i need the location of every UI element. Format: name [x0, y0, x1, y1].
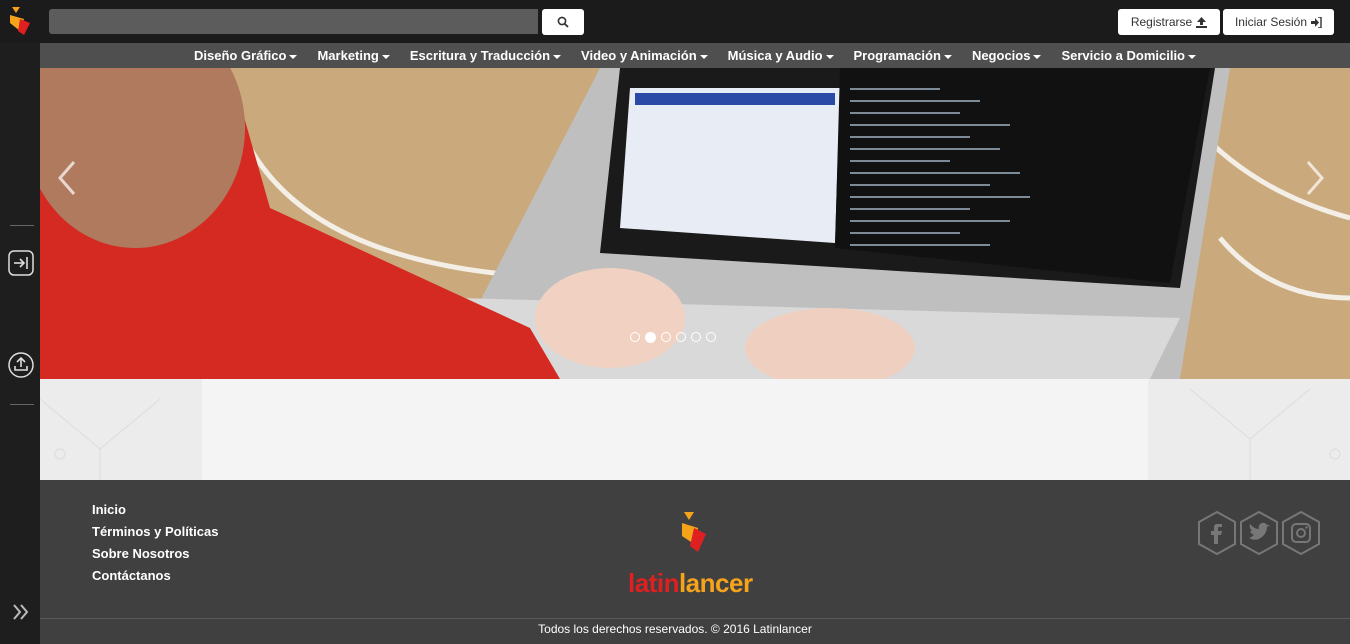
carousel-dot-active[interactable]: [645, 332, 656, 343]
nav-item-programacion[interactable]: Programación: [844, 48, 962, 63]
footer-divider: [40, 618, 1350, 619]
content-band: [40, 379, 1350, 480]
carousel-dot[interactable]: [676, 332, 686, 342]
caret-down-icon: [699, 54, 708, 59]
carousel-dot[interactable]: [661, 332, 671, 342]
caret-down-icon: [825, 54, 834, 59]
carousel-next-icon[interactable]: [1300, 158, 1330, 198]
sign-in-icon: [1311, 16, 1322, 28]
sidebar-divider: [10, 404, 34, 405]
caret-down-icon: [381, 54, 390, 59]
double-chevron-right-icon[interactable]: [8, 599, 34, 625]
carousel-dot[interactable]: [706, 332, 716, 342]
nav-item-escritura[interactable]: Escritura y Traducción: [400, 48, 571, 63]
category-nav: Diseño Gráfico Marketing Escritura y Tra…: [40, 43, 1350, 68]
search-button[interactable]: [542, 9, 584, 35]
brand-wordmark-lancer: lancer: [678, 568, 753, 598]
nav-item-musica[interactable]: Música y Audio: [718, 48, 844, 63]
footer-link-inicio[interactable]: Inicio: [92, 502, 218, 517]
sidebar-divider: [10, 225, 34, 226]
footer-link-sobre-nosotros[interactable]: Sobre Nosotros: [92, 546, 218, 561]
upload-icon[interactable]: [8, 352, 34, 378]
footer-link-contactanos[interactable]: Contáctanos: [92, 568, 218, 583]
brand-wordmark-latin: latin: [628, 568, 679, 598]
footer-links: Inicio Términos y Políticas Sobre Nosotr…: [92, 502, 218, 583]
hero-carousel: [40, 68, 1350, 379]
footer-link-terminos[interactable]: Términos y Políticas: [92, 524, 218, 539]
caret-down-icon: [289, 54, 298, 59]
nav-item-video[interactable]: Video y Animación: [571, 48, 718, 63]
nav-item-marketing[interactable]: Marketing: [307, 48, 399, 63]
facebook-icon[interactable]: [1196, 510, 1238, 556]
nav-item-diseno-grafico[interactable]: Diseño Gráfico: [184, 48, 307, 63]
upload-icon: [1196, 16, 1208, 28]
register-label: Registrarse: [1130, 15, 1193, 29]
search-icon: [557, 16, 569, 28]
caret-down-icon: [943, 54, 952, 59]
caret-down-icon: [553, 54, 562, 59]
carousel-dot[interactable]: [691, 332, 701, 342]
sign-in-icon[interactable]: [8, 250, 34, 276]
caret-down-icon: [1033, 54, 1042, 59]
search-input[interactable]: [49, 9, 538, 34]
copyright-text: Todos los derechos reservados. © 2016 La…: [538, 622, 812, 636]
caret-down-icon: [1188, 54, 1196, 59]
carousel-prev-icon[interactable]: [52, 158, 82, 198]
twitter-icon[interactable]: [1238, 510, 1280, 556]
nav-item-servicio-domicilio[interactable]: Servicio a Domicilio: [1051, 48, 1206, 63]
footer: Inicio Términos y Políticas Sobre Nosotr…: [40, 480, 1350, 644]
carousel-dot[interactable]: [630, 332, 640, 342]
left-sidebar: [0, 43, 40, 644]
login-label: Iniciar Sesión: [1234, 15, 1308, 29]
top-bar: Registrarse Iniciar Sesión: [0, 0, 1350, 43]
carousel-indicators: [630, 332, 716, 343]
nav-item-negocios[interactable]: Negocios: [962, 48, 1052, 63]
instagram-icon[interactable]: [1280, 510, 1322, 556]
content-band-inner: [202, 379, 1148, 480]
brand-wordmark: latinlancer: [628, 568, 753, 599]
register-button[interactable]: Registrarse: [1118, 9, 1220, 35]
login-button[interactable]: Iniciar Sesión: [1223, 9, 1334, 35]
latinlancer-logo-icon[interactable]: [6, 5, 32, 37]
